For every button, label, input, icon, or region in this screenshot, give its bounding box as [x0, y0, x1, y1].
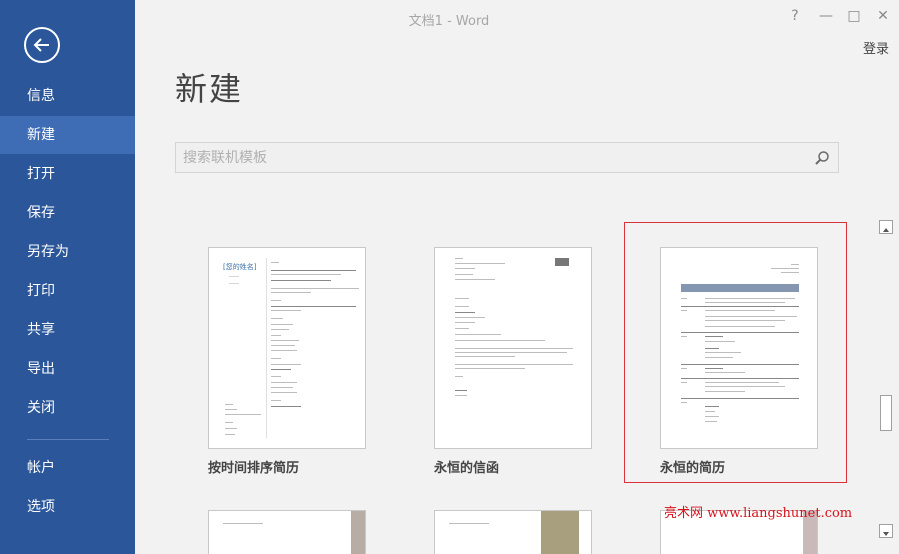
- template-search-input[interactable]: [176, 143, 796, 172]
- nav-item-save[interactable]: 保存: [0, 194, 135, 232]
- nav-item-account[interactable]: 帐户: [0, 449, 135, 487]
- nav-item-export[interactable]: 导出: [0, 350, 135, 388]
- nav-item-open[interactable]: 打开: [0, 155, 135, 193]
- nav-item-options[interactable]: 选项: [0, 488, 135, 526]
- scroll-thumb[interactable]: [880, 395, 892, 431]
- nav-item-print[interactable]: 打印: [0, 272, 135, 310]
- minimize-button[interactable]: —: [815, 6, 837, 26]
- page-title: 新建: [175, 70, 244, 108]
- close-button[interactable]: ✕: [872, 6, 894, 26]
- scroll-up-icon: [883, 228, 889, 232]
- template-thumb-heading: [您的姓名]: [223, 263, 257, 271]
- login-link[interactable]: 登录: [863, 38, 889, 57]
- nav-item-close[interactable]: 关闭: [0, 389, 135, 427]
- window-title: 文档1 - Word: [408, 14, 490, 29]
- scroll-down-button[interactable]: [879, 524, 893, 538]
- sidebar-divider: [27, 439, 109, 440]
- nav-item-save-as[interactable]: 另存为: [0, 233, 135, 271]
- template-label[interactable]: 按时间排序简历: [208, 457, 299, 476]
- template-label[interactable]: 永恒的简历: [660, 457, 725, 476]
- site-watermark: 亮术网 www.liangshunet.com: [664, 506, 853, 521]
- scroll-up-button[interactable]: [879, 220, 893, 234]
- nav-item-share[interactable]: 共享: [0, 311, 135, 349]
- template-thumb-partial[interactable]: [208, 510, 366, 554]
- nav-item-info[interactable]: 信息: [0, 77, 135, 115]
- template-thumb-timeless-resume[interactable]: [660, 247, 818, 449]
- backstage-sidebar: 信息 新建 打开 保存 另存为 打印 共享 导出 关闭 帐户 选项: [0, 0, 135, 554]
- template-thumb-chronological-resume[interactable]: [您的姓名]: [208, 247, 366, 449]
- scroll-down-icon: [883, 532, 889, 536]
- back-button[interactable]: [24, 27, 60, 63]
- nav-item-new[interactable]: 新建: [0, 116, 135, 154]
- help-button[interactable]: ?: [784, 6, 806, 26]
- restore-button[interactable]: □: [843, 6, 865, 26]
- template-thumb-timeless-letter[interactable]: [434, 247, 592, 449]
- vertical-scrollbar[interactable]: [879, 218, 893, 540]
- template-search-box: [175, 142, 839, 173]
- template-label[interactable]: 永恒的信函: [434, 457, 499, 476]
- back-arrow-icon: [33, 38, 49, 52]
- template-thumb-partial[interactable]: [434, 510, 592, 554]
- resume-name-bar: [681, 284, 799, 292]
- search-icon[interactable]: [814, 150, 830, 166]
